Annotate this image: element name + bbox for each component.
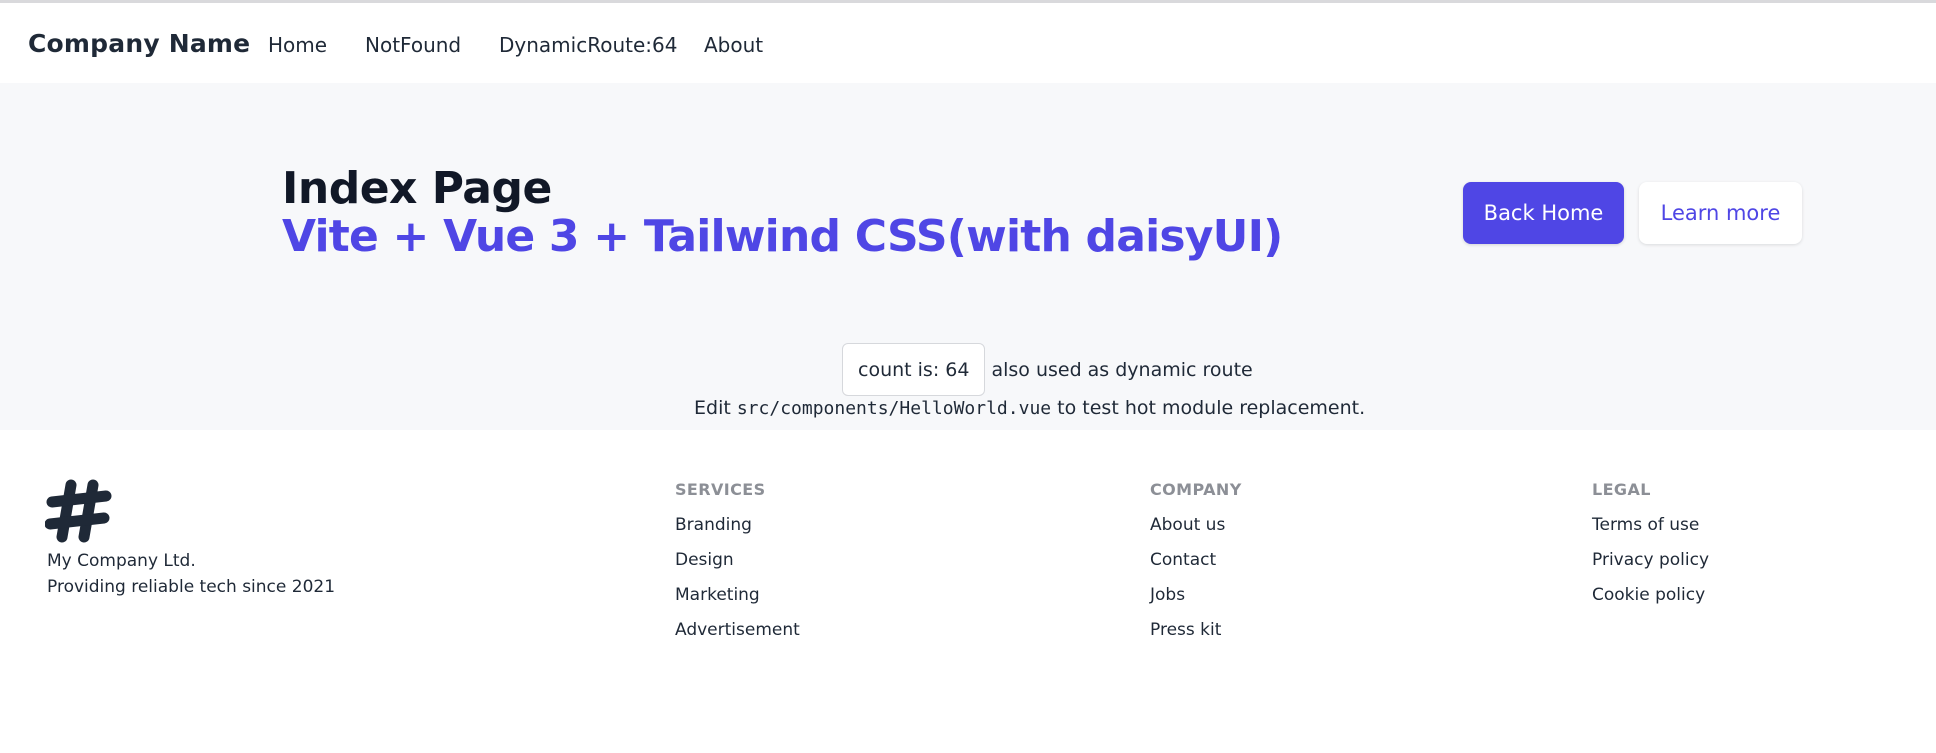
- footer-link-jobs[interactable]: Jobs: [1150, 585, 1242, 609]
- page-title: Index Page: [282, 163, 552, 214]
- nav-link-about[interactable]: About: [704, 33, 763, 57]
- learn-more-button[interactable]: Learn more: [1639, 182, 1802, 244]
- footer-link-press-kit[interactable]: Press kit: [1150, 620, 1242, 644]
- footer-link-branding[interactable]: Branding: [675, 515, 800, 539]
- counter-note: also used as dynamic route: [991, 358, 1253, 381]
- navbar: Company Name Home NotFound DynamicRoute:…: [0, 3, 1936, 83]
- edit-prefix: Edit: [694, 397, 731, 419]
- footer-link-design[interactable]: Design: [675, 550, 800, 574]
- file-path: src/components/HelloWorld.vue: [736, 398, 1052, 419]
- edit-suffix: to test hot module replacement.: [1057, 397, 1366, 419]
- footer-link-advertisement[interactable]: Advertisement: [675, 620, 800, 644]
- footer-link-about-us[interactable]: About us: [1150, 515, 1242, 539]
- footer-link-terms-of-use[interactable]: Terms of use: [1592, 515, 1709, 539]
- counter-row: count is: 64 also used as dynamic route: [842, 343, 1253, 396]
- footer-column-title: COMPANY: [1150, 480, 1242, 499]
- footer-company-name: My Company Ltd.: [47, 551, 196, 571]
- nav-link-notfound[interactable]: NotFound: [365, 33, 461, 57]
- nav-link-dynamic-route[interactable]: DynamicRoute:64: [499, 33, 677, 57]
- hero-section: Index Page Vite + Vue 3 + Tailwind CSS(w…: [0, 83, 1936, 430]
- back-home-button[interactable]: Back Home: [1463, 182, 1624, 244]
- footer-column-company: COMPANY About us Contact Jobs Press kit: [1150, 480, 1242, 644]
- footer-column-title: SERVICES: [675, 480, 766, 499]
- footer-column-legal: LEGAL Terms of use Privacy policy Cookie…: [1592, 480, 1709, 609]
- footer-column-services: SERVICES Branding Design Marketing Adver…: [675, 480, 800, 644]
- footer-column-title: LEGAL: [1592, 480, 1651, 499]
- nav-link-home[interactable]: Home: [268, 33, 327, 57]
- footer-link-privacy-policy[interactable]: Privacy policy: [1592, 550, 1709, 574]
- hash-icon: [45, 479, 112, 543]
- edit-instructions: Edit src/components/HelloWorld.vue to te…: [694, 397, 1365, 419]
- footer-link-marketing[interactable]: Marketing: [675, 585, 800, 609]
- count-button[interactable]: count is: 64: [842, 343, 986, 396]
- page-subtitle: Vite + Vue 3 + Tailwind CSS(with daisyUI…: [282, 211, 1283, 262]
- footer-link-cookie-policy[interactable]: Cookie policy: [1592, 585, 1709, 609]
- footer-link-contact[interactable]: Contact: [1150, 550, 1242, 574]
- brand-name[interactable]: Company Name: [28, 29, 250, 58]
- footer: My Company Ltd. Providing reliable tech …: [0, 430, 1936, 753]
- footer-tagline: Providing reliable tech since 2021: [47, 577, 336, 597]
